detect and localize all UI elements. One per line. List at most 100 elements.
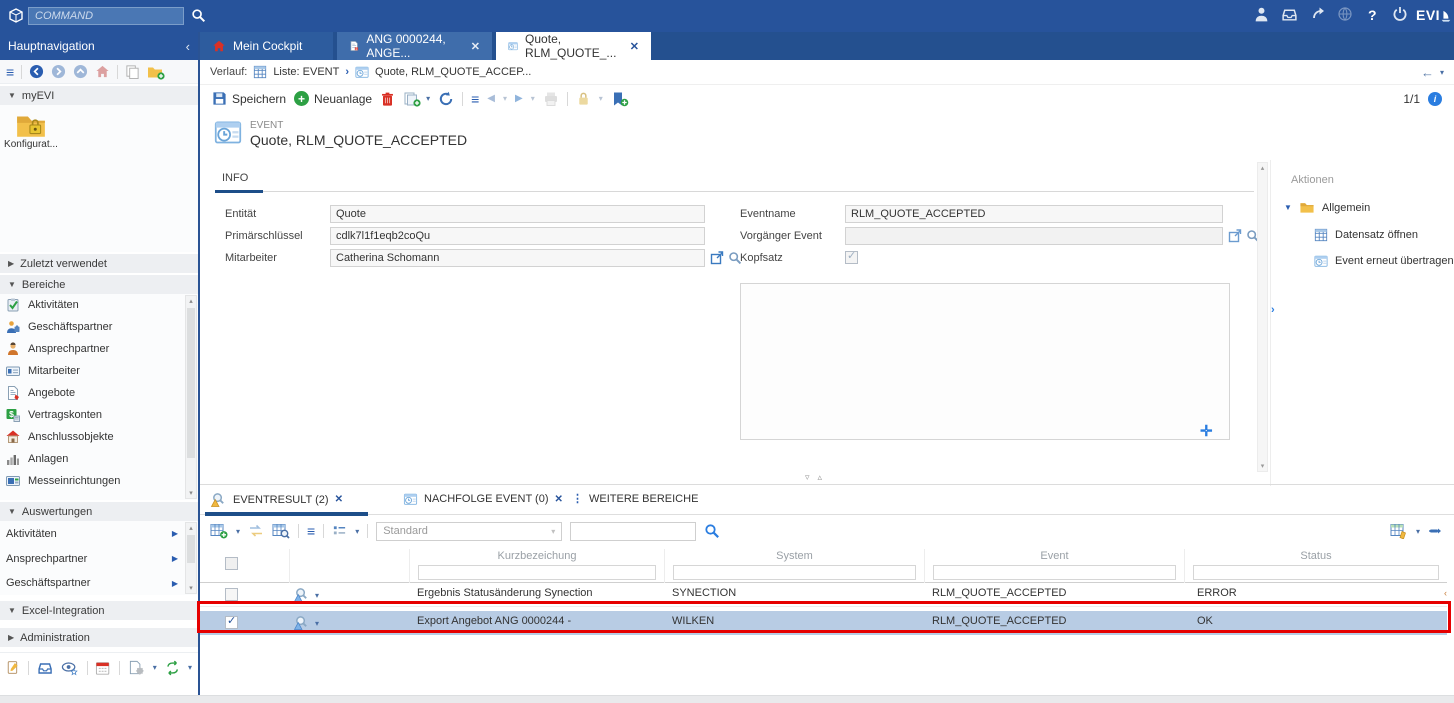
dropdown-caret-icon[interactable]: ▾	[153, 663, 157, 672]
history-back-icon[interactable]: ←	[1421, 65, 1434, 80]
sidebar-item-vertragskonten[interactable]: Vertragskonten	[0, 404, 198, 426]
entitaet-field[interactable]	[330, 205, 705, 223]
table-row-selected[interactable]: ▾ Export Angebot ANG 0000244 - WILKEN RL…	[200, 611, 1447, 635]
result-icon[interactable]	[293, 615, 310, 630]
filter-system[interactable]	[673, 565, 916, 580]
auswertung-aktivitaeten[interactable]: Aktivitäten▶	[0, 521, 198, 546]
nav-forward-icon[interactable]	[51, 64, 66, 79]
close-tab-icon[interactable]: ✕	[335, 494, 343, 505]
save-button[interactable]: Speichern	[212, 91, 286, 106]
filter-status[interactable]	[1193, 565, 1439, 580]
power-icon[interactable]	[1392, 6, 1408, 22]
mitarbeiter-field[interactable]	[330, 249, 705, 267]
tab-weitere-bereiche[interactable]: ⋮ WEITERE BEREICHE	[572, 492, 698, 505]
column-system[interactable]: System	[665, 550, 924, 562]
section-myevi[interactable]: ▼ myEVI	[0, 84, 198, 105]
sidebar-item-ansprechpartner[interactable]: Ansprechpartner	[0, 338, 198, 360]
breadcrumb-list-event[interactable]: Liste: EVENT	[273, 66, 339, 78]
nav-home-icon[interactable]	[95, 64, 110, 79]
sidebar-item-anschlussobjekte[interactable]: Anschlussobjekte	[0, 426, 198, 448]
tab-eventresult[interactable]: EVENTRESULT (2) ✕	[210, 492, 343, 507]
new-record-button[interactable]: + Neuanlage	[294, 91, 372, 106]
row-checkbox[interactable]	[225, 588, 238, 601]
action-event-erneut-uebertragen[interactable]: Event erneut übertragen	[1314, 254, 1454, 268]
dropdown-caret-icon[interactable]: ▾	[355, 527, 359, 536]
primaerschluessel-field[interactable]	[330, 227, 705, 245]
sidebar-item-messeinrichtungen[interactable]: Messeinrichtungen	[0, 470, 198, 492]
copy-icon[interactable]	[125, 64, 140, 79]
bereiche-scrollbar[interactable]: ▴ ▾	[185, 295, 197, 499]
section-zuletzt-verwendet[interactable]: ▶ Zuletzt verwendet	[0, 252, 198, 273]
transfer-icon[interactable]	[248, 523, 264, 539]
next-record-icon[interactable]: ▶	[515, 93, 523, 104]
bookmark-add-icon[interactable]	[611, 91, 629, 107]
globe-icon[interactable]	[1337, 6, 1353, 22]
command-input[interactable]	[28, 7, 184, 25]
menu-icon[interactable]: ≡	[307, 523, 315, 539]
panel-expander-icon[interactable]: ›	[1271, 304, 1275, 316]
scrollbar-thumb[interactable]	[187, 535, 195, 563]
tab-nachfolge-event[interactable]: NACHFOLGE EVENT (0) ✕	[403, 492, 563, 506]
info-icon[interactable]: i	[1428, 92, 1442, 106]
open-record-icon[interactable]	[1228, 229, 1242, 243]
dropdown-caret-icon[interactable]: ▾	[188, 663, 192, 672]
document-settings-icon[interactable]	[128, 660, 145, 676]
sidebar-collapse-icon[interactable]: ‹	[186, 39, 190, 54]
close-tab-icon[interactable]: ✕	[471, 40, 480, 53]
inbox-icon[interactable]	[37, 660, 53, 676]
previous-record-icon[interactable]: ◀	[487, 93, 495, 104]
print-icon[interactable]	[543, 91, 559, 107]
actions-group-allgemein[interactable]: ▼ Allgemein	[1284, 200, 1370, 215]
tab-angebot[interactable]: ANG 0000244, ANGE... ✕	[337, 32, 492, 60]
row-caret-icon[interactable]: ▾	[315, 619, 319, 628]
view-preset-select[interactable]: Standard ▾	[376, 522, 562, 541]
table-filter-input[interactable]	[570, 522, 696, 541]
breadcrumb-current[interactable]: Quote, RLM_QUOTE_ACCEP...	[375, 66, 531, 78]
tab-info[interactable]: INFO	[222, 172, 248, 184]
view-options-icon[interactable]	[332, 524, 347, 539]
nav-back-icon[interactable]	[29, 64, 44, 79]
command-search-icon[interactable]	[191, 8, 206, 23]
kopfsatz-checkbox[interactable]	[845, 251, 858, 264]
section-auswertungen[interactable]: ▼ Auswertungen	[0, 500, 198, 521]
row-caret-icon[interactable]: ▾	[315, 591, 319, 600]
calendar-icon[interactable]	[95, 660, 110, 676]
konfigurator-shortcut[interactable]: Konfigurat...	[0, 111, 62, 150]
dropdown-caret-icon[interactable]: ▾	[236, 527, 240, 536]
sidebar-item-aktivitaeten[interactable]: Aktivitäten	[0, 294, 198, 316]
table-search-icon[interactable]	[272, 523, 290, 539]
delete-icon[interactable]	[380, 91, 395, 107]
pin-icon[interactable]	[1428, 523, 1444, 539]
auswertung-ansprechpartner[interactable]: Ansprechpartner▶	[0, 546, 198, 571]
filter-kurzbezeichung[interactable]	[418, 565, 656, 580]
user-icon[interactable]	[1253, 6, 1270, 23]
section-bereiche[interactable]: ▼ Bereiche	[0, 273, 198, 294]
note-textarea[interactable]	[740, 283, 1230, 440]
close-tab-icon[interactable]: ✕	[630, 40, 639, 53]
menu-icon[interactable]: ≡	[471, 91, 479, 107]
sidebar-item-mitarbeiter[interactable]: Mitarbeiter	[0, 360, 198, 382]
watch-star-icon[interactable]	[61, 660, 78, 676]
dropdown-caret-icon[interactable]: ▾	[1416, 527, 1420, 536]
splitter-handle[interactable]: ▿▵	[805, 472, 830, 483]
select-all-checkbox[interactable]	[225, 557, 238, 570]
history-caret-icon[interactable]: ▾	[1440, 68, 1444, 77]
nav-up-icon[interactable]	[73, 64, 88, 79]
sidebar-item-anlagen[interactable]: Anlagen	[0, 448, 198, 470]
new-folder-icon[interactable]	[147, 64, 165, 80]
sidebar-item-angebote[interactable]: Angebote	[0, 382, 198, 404]
action-datensatz-oeffnen[interactable]: Datensatz öffnen	[1314, 228, 1418, 242]
auswertungen-scrollbar[interactable]: ▴ ▾	[185, 522, 197, 594]
refresh-icon[interactable]	[438, 91, 454, 107]
edit-table-icon[interactable]	[1390, 523, 1408, 539]
row-checkbox[interactable]	[225, 616, 238, 629]
close-tab-icon[interactable]: ✕	[555, 494, 563, 505]
sidebar-menu-icon[interactable]: ≡	[6, 64, 14, 80]
column-kurzbezeichung[interactable]: Kurzbezeichung	[410, 550, 664, 562]
eventname-field[interactable]	[845, 205, 1223, 223]
inbox-tray-icon[interactable]	[1281, 6, 1298, 23]
duplicate-button[interactable]: ▾	[403, 91, 430, 107]
column-status[interactable]: Status	[1185, 550, 1447, 562]
help-icon[interactable]: ?	[1368, 7, 1377, 23]
tab-mein-cockpit[interactable]: Mein Cockpit	[200, 32, 333, 60]
